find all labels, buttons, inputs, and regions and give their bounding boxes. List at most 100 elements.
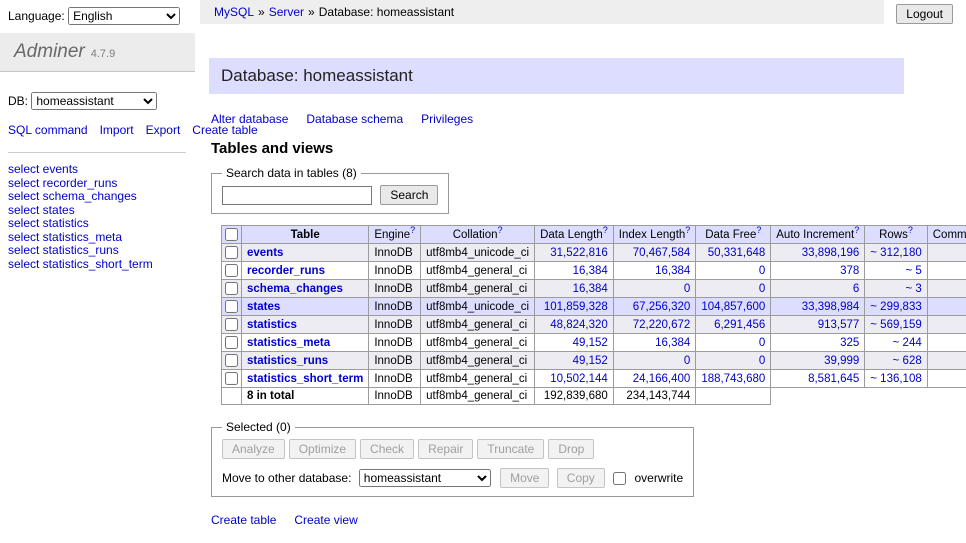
auto-increment-link[interactable]: 8,581,645 (808, 373, 859, 385)
sidebar-table-link[interactable]: select statistics_short_term (8, 258, 187, 272)
help-link[interactable]: ? (603, 225, 608, 235)
help-link[interactable]: ? (756, 225, 761, 235)
table-name-link[interactable]: statistics_runs (247, 355, 328, 367)
row-checkbox[interactable] (225, 264, 238, 277)
row-checkbox[interactable] (225, 246, 238, 259)
data-length-link[interactable]: 10,502,144 (550, 373, 608, 385)
data-free-link[interactable]: 0 (759, 337, 765, 349)
rows-count-link[interactable]: ~ 312,180 (870, 247, 921, 259)
index-length-link[interactable]: 72,220,672 (633, 319, 691, 331)
data-free-link[interactable]: 104,857,600 (701, 301, 765, 313)
help-link[interactable]: ? (685, 225, 690, 235)
selected-action-button[interactable]: Analyze (222, 439, 285, 459)
data-free-link[interactable]: 6,291,456 (714, 319, 765, 331)
auto-increment-link[interactable]: 39,999 (824, 355, 859, 367)
db-select[interactable]: homeassistant (31, 92, 157, 110)
help-link[interactable]: ? (497, 225, 502, 235)
auto-increment-link[interactable]: 378 (840, 265, 859, 277)
sidebar-action-link[interactable]: Export (146, 123, 181, 137)
breadcrumb-mysql-link[interactable]: MySQL (214, 5, 254, 19)
table-name-link[interactable]: events (247, 247, 283, 259)
logout-button[interactable]: Logout (896, 4, 953, 24)
sidebar-action-link[interactable]: Import (100, 123, 134, 137)
selected-action-button[interactable]: Repair (418, 439, 473, 459)
table-name-link[interactable]: states (247, 301, 280, 313)
index-length-link[interactable]: 70,467,584 (633, 247, 691, 259)
auto-increment-link[interactable]: 6 (853, 283, 859, 295)
selected-action-button[interactable]: Check (360, 439, 414, 459)
create-table-link[interactable]: Create table (211, 513, 276, 527)
help-link[interactable]: ? (854, 225, 859, 235)
select-all-checkbox[interactable] (225, 228, 238, 241)
data-free-link[interactable]: 50,331,648 (708, 247, 766, 259)
row-checkbox[interactable] (225, 372, 238, 385)
data-free-cell: 0 (696, 262, 771, 280)
move-button[interactable]: Move (500, 468, 549, 488)
auto-increment-link[interactable]: 325 (840, 337, 859, 349)
auto-increment-link[interactable]: 913,577 (818, 319, 860, 331)
copy-button[interactable]: Copy (557, 468, 605, 488)
data-free-link[interactable]: 0 (759, 283, 765, 295)
data-free-link[interactable]: 0 (759, 265, 765, 277)
overwrite-checkbox[interactable] (613, 472, 626, 485)
rows-count-link[interactable]: ~ 628 (893, 355, 922, 367)
row-checkbox[interactable] (225, 336, 238, 349)
data-free-link[interactable]: 0 (759, 355, 765, 367)
privileges-link[interactable]: Privileges (421, 112, 473, 126)
table-name-link[interactable]: statistics (247, 319, 297, 331)
selected-action-button[interactable]: Optimize (289, 439, 356, 459)
data-length-link[interactable]: 16,384 (573, 265, 608, 277)
index-length-link[interactable]: 16,384 (655, 265, 690, 277)
sidebar-table-link[interactable]: select statistics_meta (8, 231, 187, 245)
help-link[interactable]: ? (410, 225, 415, 235)
index-length-link[interactable]: 16,384 (655, 337, 690, 349)
alter-database-link[interactable]: Alter database (211, 112, 288, 126)
rows-count-link[interactable]: ~ 136,108 (870, 373, 921, 385)
search-button[interactable]: Search (380, 185, 438, 205)
table-name-link[interactable]: schema_changes (247, 283, 343, 295)
row-checkbox[interactable] (225, 300, 238, 313)
move-database-select[interactable]: homeassistant (359, 469, 491, 487)
language-select[interactable]: English (68, 7, 180, 25)
breadcrumb-server-link[interactable]: Server (269, 5, 304, 19)
index-length-link[interactable]: 0 (684, 283, 690, 295)
auto-increment-link[interactable]: 33,398,984 (802, 301, 860, 313)
sidebar-action-link[interactable]: SQL command (8, 123, 88, 137)
rows-count-link[interactable]: ~ 299,833 (870, 301, 921, 313)
rows-count-link[interactable]: ~ 569,159 (870, 319, 921, 331)
data-length-link[interactable]: 31,522,816 (550, 247, 608, 259)
auto-increment-link[interactable]: 33,898,196 (802, 247, 860, 259)
row-checkbox[interactable] (225, 354, 238, 367)
rows-count-link[interactable]: ~ 5 (905, 265, 921, 277)
index-length-link[interactable]: 67,256,320 (633, 301, 691, 313)
row-checkbox[interactable] (225, 318, 238, 331)
sidebar-table-link[interactable]: select schema_changes (8, 190, 187, 204)
selected-action-button[interactable]: Truncate (477, 439, 544, 459)
sidebar-table-link[interactable]: select states (8, 204, 187, 218)
sidebar-table-link[interactable]: select statistics_runs (8, 244, 187, 258)
data-length-link[interactable]: 49,152 (573, 337, 608, 349)
rows-count-link[interactable]: ~ 244 (893, 337, 922, 349)
selected-action-button[interactable]: Drop (548, 439, 594, 459)
search-input[interactable] (222, 186, 372, 205)
data-length-link[interactable]: 101,859,328 (544, 301, 608, 313)
data-free-link[interactable]: 188,743,680 (701, 373, 765, 385)
create-view-link[interactable]: Create view (294, 513, 357, 527)
table-name-link[interactable]: statistics_short_term (247, 373, 363, 385)
help-link[interactable]: ? (908, 225, 913, 235)
index-length-link[interactable]: 0 (684, 355, 690, 367)
sidebar-table-link[interactable]: select recorder_runs (8, 177, 187, 191)
database-schema-link[interactable]: Database schema (306, 112, 403, 126)
engine-cell: InnoDB (369, 370, 421, 388)
comment-cell (927, 244, 966, 262)
table-name-link[interactable]: recorder_runs (247, 265, 325, 277)
rows-count-link[interactable]: ~ 3 (905, 283, 921, 295)
sidebar-table-link[interactable]: select events (8, 163, 187, 177)
data-length-link[interactable]: 48,824,320 (550, 319, 608, 331)
sidebar-table-link[interactable]: select statistics (8, 217, 187, 231)
table-name-link[interactable]: statistics_meta (247, 337, 330, 349)
row-checkbox[interactable] (225, 282, 238, 295)
index-length-link[interactable]: 24,166,400 (633, 373, 691, 385)
data-length-link[interactable]: 16,384 (573, 283, 608, 295)
data-length-link[interactable]: 49,152 (573, 355, 608, 367)
